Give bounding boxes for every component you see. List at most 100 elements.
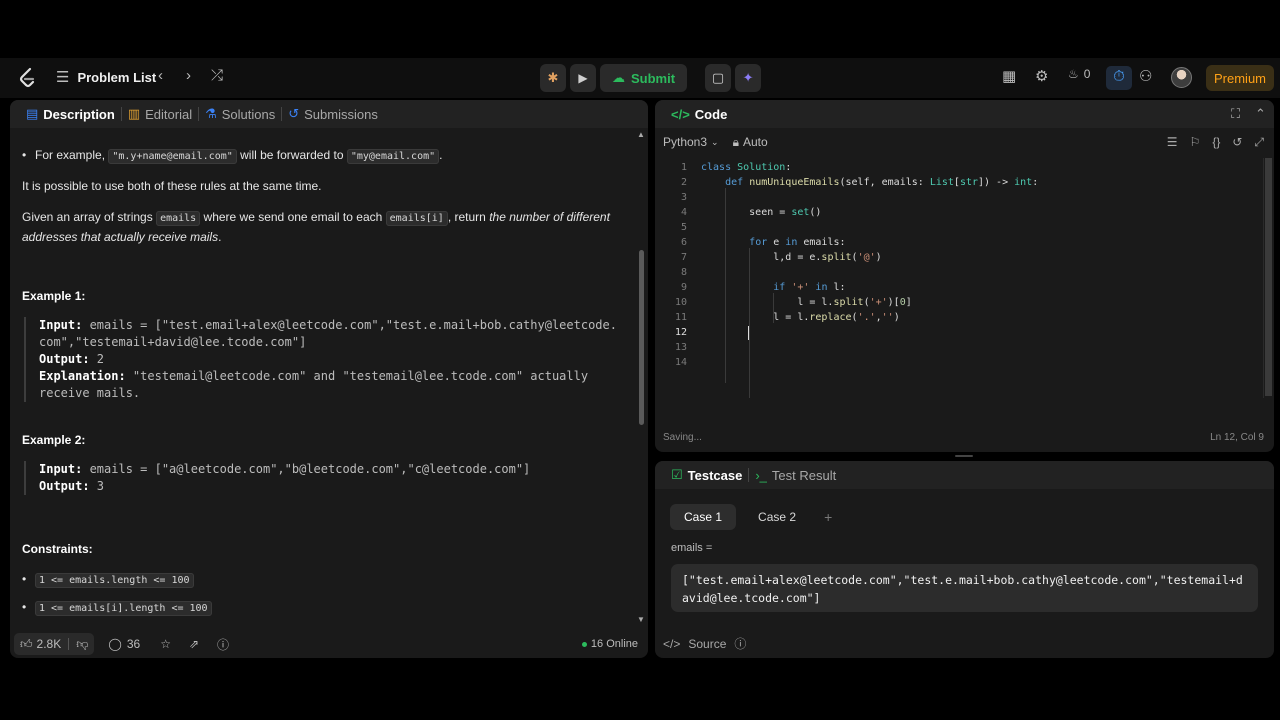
line-number: 10	[674, 297, 687, 308]
save-status: Saving...	[663, 432, 702, 443]
help-icon[interactable]: ⓘ	[217, 636, 229, 653]
avatar[interactable]	[1171, 67, 1192, 88]
tab-editorial[interactable]: ▥ Editorial	[122, 106, 198, 122]
list-icon: ☰	[56, 69, 70, 86]
chevron-left-icon[interactable]: ‹	[158, 67, 163, 84]
code-line: 4 seen = set()	[655, 205, 1255, 220]
example2-title: Example 2:	[22, 433, 86, 447]
star-icon[interactable]: ☆	[160, 637, 171, 651]
add-case-button[interactable]: +	[824, 509, 832, 525]
tab-description[interactable]: ▤ Description	[20, 106, 121, 122]
source-label[interactable]: Source	[688, 637, 726, 651]
comments-button[interactable]: ◯ 36	[108, 637, 140, 651]
fullscreen-icon[interactable]: ⤢	[1254, 135, 1264, 150]
task-text: , return	[447, 210, 490, 224]
editor-status-bar: Saving... Ln 12, Col 9	[655, 430, 1274, 450]
code-panel: </> Code ⛶ ⌃ Python3 ⌄ 🔒︎ Auto ☰ ⚐ {} ↺ …	[655, 100, 1274, 452]
description-scrollbar[interactable]: ▲ ▼	[637, 130, 645, 625]
gear-icon[interactable]: ⚙	[1035, 67, 1048, 85]
code-line: 14	[655, 355, 1255, 370]
chevron-up-icon[interactable]: ⌃	[1255, 106, 1266, 122]
bullet-dot: •	[22, 148, 27, 162]
expand-icon[interactable]: ⛶	[1231, 106, 1240, 122]
editor-scrollbar[interactable]	[1263, 158, 1273, 398]
bookmark-icon[interactable]: ⚐	[1190, 135, 1201, 150]
submit-label: Submit	[631, 70, 676, 86]
code-header: </> Code ⛶ ⌃	[655, 100, 1274, 128]
share-icon[interactable]: ⇗	[189, 637, 199, 651]
pill-divider	[68, 638, 70, 650]
output-label: Output:	[39, 479, 90, 493]
line-number: 1	[680, 162, 687, 173]
chevron-right-icon[interactable]: ›	[186, 67, 191, 84]
braces-icon[interactable]: {}	[1212, 135, 1220, 150]
timer-icon[interactable]: ⏱	[1106, 66, 1132, 90]
tab-testcase[interactable]: ☑ Testcase	[665, 467, 748, 483]
code-line: 3	[655, 190, 1255, 205]
code-tab[interactable]: </> Code	[665, 107, 733, 122]
line-number: 9	[680, 282, 687, 293]
example-bullet: • For example, "m.y+name@email.com" will…	[22, 146, 622, 166]
help-icon[interactable]: ⓘ	[734, 635, 746, 652]
line-number: 4	[680, 207, 687, 218]
task-text: Given an array of strings	[22, 210, 157, 224]
both-rules-paragraph: It is possible to use both of these rule…	[22, 179, 322, 193]
scroll-up-icon[interactable]: ▲	[637, 130, 645, 139]
example2-input: Input: emails = ["a@leetcode.com","b@lee…	[39, 461, 622, 478]
checkbox-icon: ☑	[671, 467, 683, 482]
like-button[interactable]: 👍︎ 2.8K 👎︎	[14, 633, 95, 655]
auto-mode[interactable]: 🔒︎ Auto	[733, 135, 768, 150]
case-1-button[interactable]: Case 1	[670, 504, 737, 530]
thumbs-down-icon[interactable]: 👎︎	[76, 637, 88, 652]
premium-button[interactable]: Premium	[1206, 65, 1275, 91]
code-line: 7 l,d = e.split('@')	[655, 250, 1255, 265]
online-count: 16 Online	[590, 638, 638, 650]
language-select[interactable]: Python3 ⌄	[663, 135, 719, 149]
problem-list-button[interactable]: ☰ Problem List	[56, 68, 156, 86]
case-2-button[interactable]: Case 2	[744, 504, 810, 530]
task-text: where we send one email to each	[200, 210, 386, 224]
example1-explanation: Explanation: "testemail@leetcode.com" an…	[39, 368, 622, 402]
tab-description-label: Description	[43, 106, 115, 122]
description-panel: ▤ Description ▥ Editorial ⚗ Solutions ↺ …	[10, 100, 648, 658]
input-label: Input:	[39, 318, 83, 332]
streak-counter[interactable]: ♨ 0	[1068, 67, 1090, 81]
tab-submissions[interactable]: ↺ Submissions	[282, 106, 384, 122]
constraints-title: Constraints:	[22, 542, 93, 556]
task-paragraph: Given an array of strings emails where w…	[22, 208, 622, 246]
tab-test-result[interactable]: ›_ Test Result	[749, 468, 842, 483]
scroll-down-icon[interactable]: ▼	[637, 615, 645, 624]
shuffle-icon[interactable]: ⤮	[211, 67, 223, 84]
ai-assist-button[interactable]: ✦	[735, 64, 762, 92]
cursor-position: Ln 12, Col 9	[1210, 432, 1264, 443]
constraint-code: 1 <= emails[i].length <= 100	[35, 601, 212, 616]
emails-input[interactable]: ["test.email+alex@leetcode.com","test.e.…	[671, 564, 1258, 612]
code-line: 2 def numUniqueEmails(self, emails: List…	[655, 175, 1255, 190]
thumbs-up-icon: 👍︎	[20, 636, 33, 651]
inline-code: emails	[156, 211, 201, 226]
bullet-text: .	[439, 148, 443, 162]
code-toolbar: Python3 ⌄ 🔒︎ Auto ☰ ⚐ {} ↺ ⤢	[655, 128, 1274, 156]
submit-button[interactable]: ☁ Submit	[600, 64, 688, 92]
comment-icon: ◯	[108, 637, 122, 651]
panel-resize-handle[interactable]	[955, 455, 973, 457]
scrollbar-thumb[interactable]	[639, 250, 644, 425]
add-friend-icon[interactable]: ⚇	[1139, 67, 1152, 85]
case-selector: Case 1 Case 2 +	[670, 504, 832, 530]
note-icon: ▢	[711, 70, 725, 85]
notes-button[interactable]: ▢	[705, 64, 732, 92]
debug-button[interactable]: ✱	[540, 64, 566, 92]
scrollbar-thumb[interactable]	[1265, 158, 1272, 396]
run-button[interactable]: ▶	[570, 64, 596, 92]
tab-solutions[interactable]: ⚗ Solutions	[199, 106, 281, 122]
comment-count: 36	[126, 637, 141, 651]
code-editor[interactable]: 1 class Solution: 2 def numUniqueEmails(s…	[655, 158, 1274, 423]
constraint-item: • 1 <= emails[i].length <= 100	[22, 598, 212, 618]
leetcode-logo-icon[interactable]	[18, 67, 38, 89]
bullet-dot: •	[22, 572, 27, 586]
code-line: 5	[655, 220, 1255, 235]
line-number: 5	[680, 222, 687, 233]
layout-icon[interactable]: ▦	[1002, 67, 1016, 85]
reset-icon[interactable]: ↺	[1232, 135, 1242, 150]
format-icon[interactable]: ☰	[1167, 135, 1178, 150]
